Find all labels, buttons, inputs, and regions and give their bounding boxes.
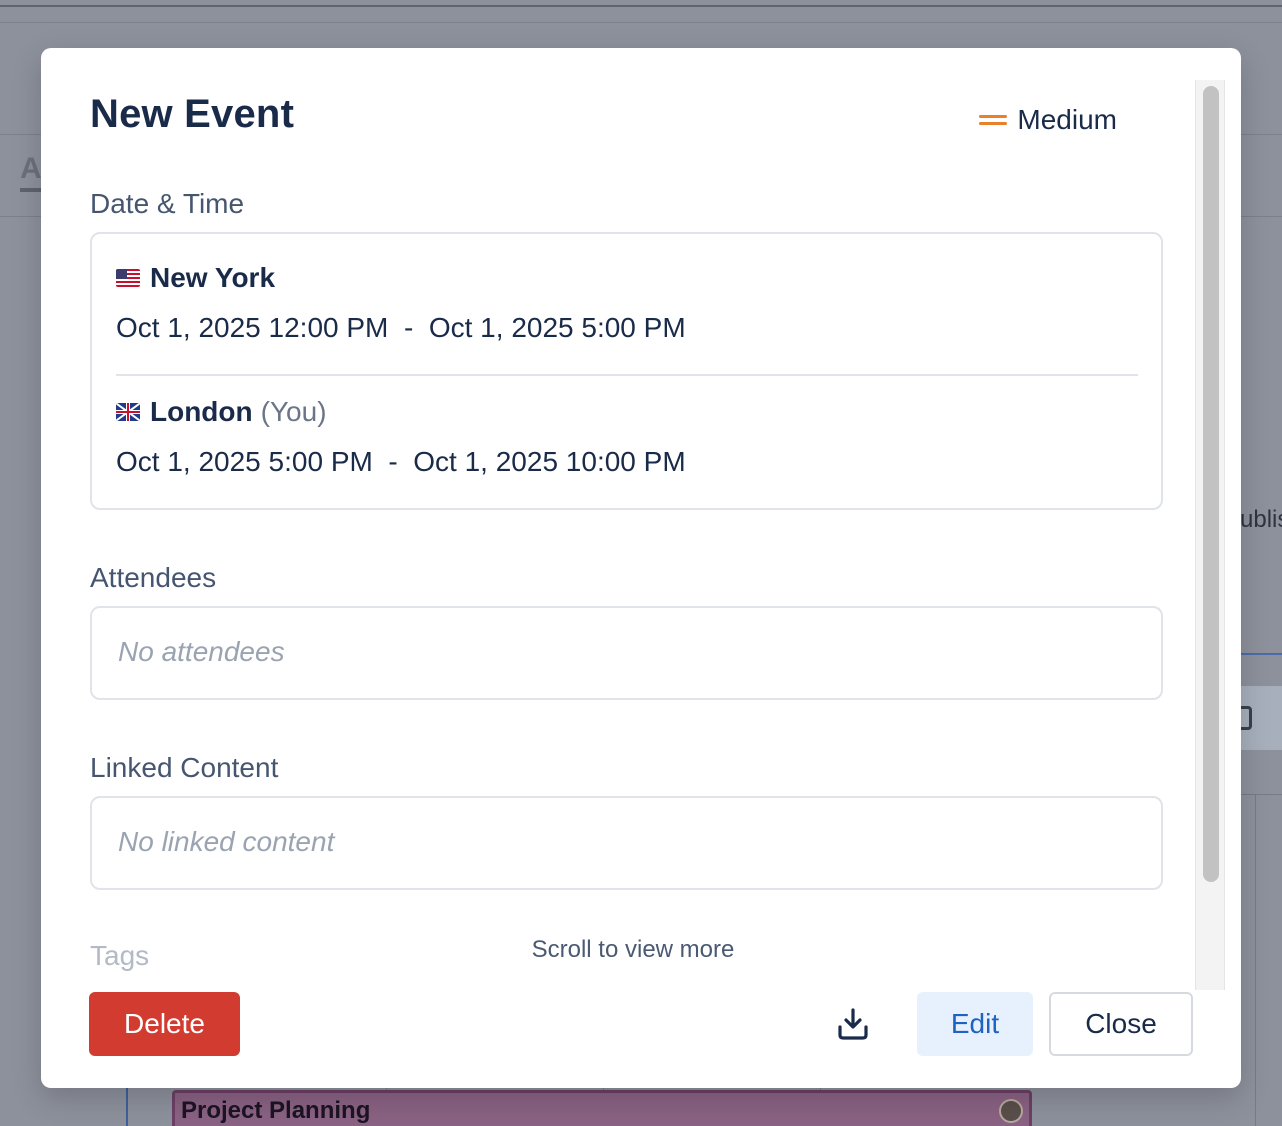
background-accent-line — [1240, 653, 1282, 655]
download-icon — [838, 1008, 868, 1040]
delete-button[interactable]: Delete — [89, 992, 240, 1056]
timezone-city: New York — [150, 262, 276, 293]
us-flag-icon — [116, 269, 140, 287]
timezone-city: London — [150, 396, 253, 427]
timezone-range: Oct 1, 2025 12:00 PM - Oct 1, 2025 5:00 … — [116, 312, 686, 344]
background-tab-underline — [20, 188, 42, 192]
range-separator: - — [388, 446, 398, 477]
background-top-border — [0, 5, 1282, 7]
range-start: Oct 1, 2025 12:00 PM — [116, 312, 389, 343]
background-grid-line — [1240, 794, 1282, 795]
background-divider — [0, 22, 1282, 23]
range-end: Oct 1, 2025 5:00 PM — [428, 312, 686, 343]
range-start: Oct 1, 2025 5:00 PM — [116, 446, 373, 477]
background-text-fragment: ublis — [1240, 506, 1282, 533]
modal-title: New Event — [90, 92, 295, 136]
scroll-hint: Scroll to view more — [531, 936, 735, 963]
timezone-divider — [116, 374, 1138, 376]
range-separator: - — [403, 312, 414, 343]
uk-flag-icon — [116, 403, 140, 421]
edit-button[interactable]: Edit — [917, 992, 1033, 1056]
range-end: Oct 1, 2025 10:00 PM — [413, 446, 686, 477]
background-event-title: Project Planning — [181, 1097, 371, 1124]
avatar — [999, 1099, 1023, 1123]
date-time-label: Date & Time — [90, 188, 245, 219]
priority-medium-icon — [979, 113, 1008, 127]
timezone-london: London (You) Oct 1, 2025 5:00 PM - Oct 1… — [116, 396, 686, 478]
event-details-modal: New Event Medium Date & Time New York Oc… — [41, 48, 1241, 1088]
date-time-box: New York Oct 1, 2025 12:00 PM - Oct 1, 2… — [90, 232, 1163, 510]
background-current-time-line — [126, 1088, 128, 1126]
timezone-new-york: New York Oct 1, 2025 12:00 PM - Oct 1, 2… — [116, 262, 686, 344]
priority-indicator: Medium — [979, 104, 1117, 136]
priority-label: Medium — [1017, 104, 1117, 135]
modal-scroll-area[interactable]: New Event Medium Date & Time New York Oc… — [41, 48, 1195, 988]
scrollbar[interactable] — [1195, 80, 1225, 990]
linked-content-empty-text: No linked content — [118, 826, 335, 857]
linked-content-box: No linked content — [90, 796, 1163, 890]
attendees-label: Attendees — [90, 562, 217, 593]
attendees-empty-text: No attendees — [118, 636, 285, 667]
timezone-you-badge: (You) — [260, 396, 327, 427]
background-calendar-event: Project Planning — [172, 1090, 1032, 1126]
close-button[interactable]: Close — [1049, 992, 1193, 1056]
timezone-range: Oct 1, 2025 5:00 PM - Oct 1, 2025 10:00 … — [116, 446, 686, 478]
scrollbar-thumb[interactable] — [1203, 86, 1219, 882]
download-button[interactable] — [823, 1000, 883, 1048]
background-grid-line — [1255, 794, 1256, 1126]
background-tab-label: A — [20, 152, 42, 185]
attendees-box: No attendees — [90, 606, 1163, 700]
linked-content-label: Linked Content — [90, 752, 279, 783]
